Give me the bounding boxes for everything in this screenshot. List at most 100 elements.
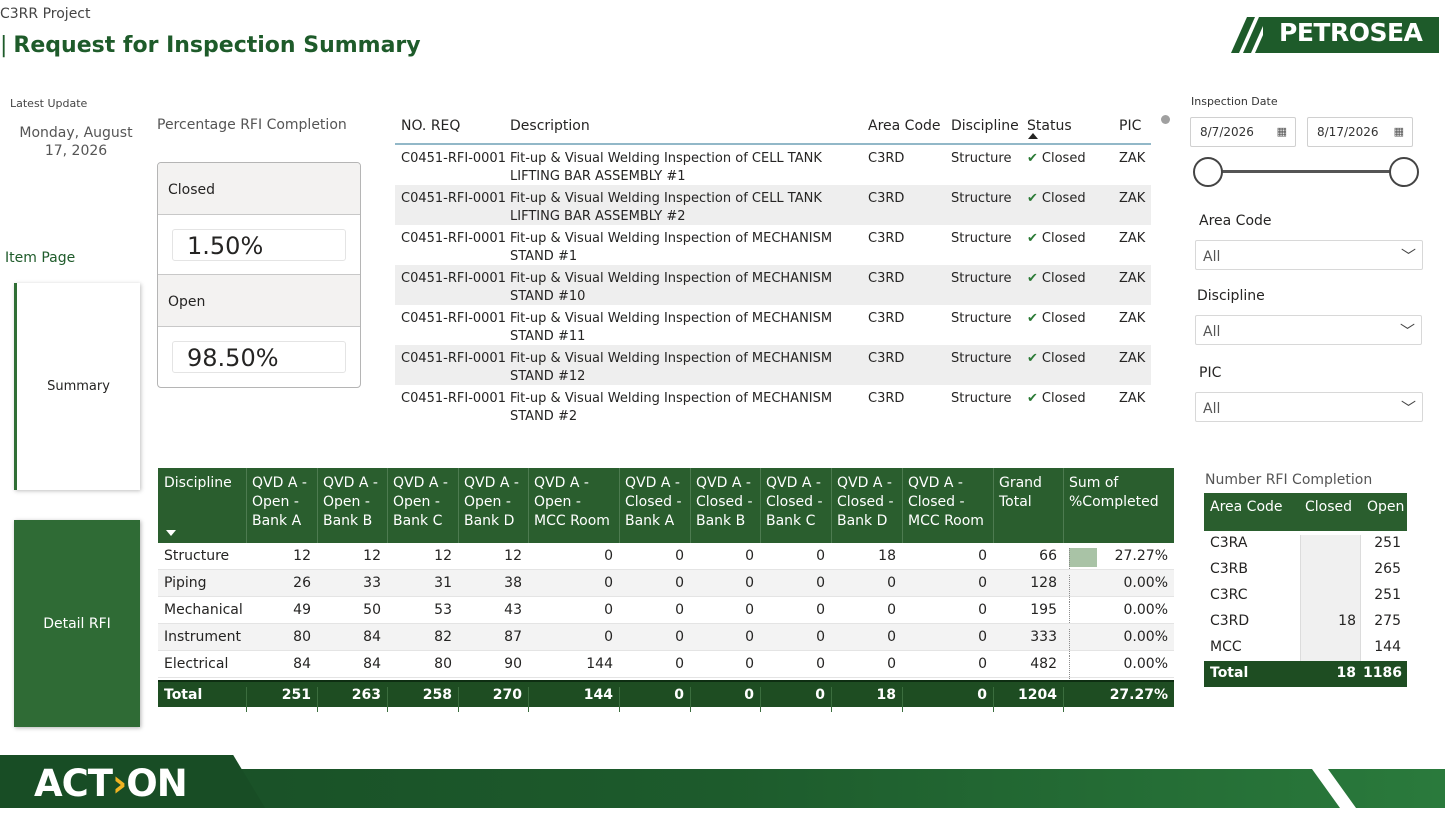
- matrix-col-header-line: MCC Room: [534, 513, 610, 529]
- matrix-col-header-line: MCC Room: [908, 513, 984, 529]
- status-text: Closed: [1041, 311, 1086, 326]
- matrix-cell: 0: [604, 602, 613, 618]
- table-row[interactable]: C3RB 265: [1204, 557, 1407, 587]
- matrix-col-divider: [619, 468, 620, 543]
- matrix-cell: 0: [978, 629, 987, 645]
- matrix-row[interactable]: Instrument 80 84 82 87 0 0 0 0 0 0 333 0.00%: [158, 624, 1174, 656]
- table-row[interactable]: C3RD 18 275: [1204, 609, 1407, 639]
- cell-pic: ZAK: [1119, 151, 1146, 166]
- cell-description: Fit-up & Visual Welding Inspection of ME…: [510, 311, 833, 344]
- matrix-col-header[interactable]: QVD A - Closed - MCC Room: [908, 474, 984, 531]
- date-slider-end-handle[interactable]: [1389, 157, 1419, 187]
- matrix-col-divider: [1063, 468, 1064, 543]
- col-header-pic[interactable]: PIC: [1119, 118, 1141, 134]
- cell-discipline: Structure: [951, 311, 1012, 326]
- matrix-col-header[interactable]: Sum of %Completed: [1069, 474, 1159, 512]
- table-row[interactable]: C3RA 251: [1204, 531, 1407, 561]
- table-row[interactable]: C0451-RFI-0001 Fit-up & Visual Welding In…: [395, 305, 1151, 345]
- closed-label: Closed: [158, 163, 360, 215]
- col-header-area-code[interactable]: Area Code: [1210, 499, 1283, 515]
- cell-closed: 18: [1338, 613, 1356, 629]
- matrix-cell: 84: [293, 656, 311, 672]
- area-code-dropdown[interactable]: All ﹀: [1195, 240, 1423, 270]
- col-header-open[interactable]: Open: [1367, 499, 1404, 515]
- calendar-icon[interactable]: ▦: [1394, 125, 1404, 138]
- pic-dropdown[interactable]: All ﹀: [1195, 392, 1423, 422]
- matrix-cell: 87: [504, 629, 522, 645]
- cell-description: Fit-up & Visual Welding Inspection of CE…: [510, 191, 822, 224]
- detail-rfi-nav-button[interactable]: Detail RFI: [14, 520, 140, 727]
- table-row[interactable]: C0451-RFI-0001 Fit-up & Visual Welding In…: [395, 265, 1151, 305]
- matrix-col-divider: [831, 468, 832, 543]
- matrix-col-header[interactable]: QVD A - Open - Bank D: [464, 474, 519, 531]
- matrix-col-header[interactable]: Grand Total: [999, 474, 1042, 512]
- table-row[interactable]: MCC 144: [1204, 635, 1407, 665]
- table-scrollbar-thumb[interactable]: [1161, 115, 1170, 124]
- matrix-cell: 0: [887, 602, 896, 618]
- title-bar: |: [0, 33, 8, 58]
- matrix-row[interactable]: Piping 26 33 31 38 0 0 0 0 0 0 128 0.00%: [158, 570, 1174, 602]
- matrix-col-header-line: QVD A -: [625, 475, 680, 491]
- matrix-row-discipline: Structure: [164, 548, 230, 564]
- table-row[interactable]: C0451-RFI-0001 Fit-up & Visual Welding In…: [395, 385, 1151, 425]
- matrix-row[interactable]: Mechanical 49 50 53 43 0 0 0 0 0 0 195 0.00%: [158, 597, 1174, 629]
- matrix-cell: 195: [1030, 602, 1057, 618]
- matrix-cell: 0: [978, 602, 987, 618]
- matrix-cell: 0: [745, 656, 754, 672]
- col-header-discipline[interactable]: Discipline: [951, 118, 1019, 134]
- rfi-table: NO. REQ Description Area Code Discipline…: [395, 110, 1151, 430]
- matrix-col-header[interactable]: QVD A - Closed - Bank C: [766, 474, 823, 531]
- table-row[interactable]: C0451-RFI-0001 Fit-up & Visual Welding In…: [395, 345, 1151, 385]
- matrix-total-divider: [387, 687, 388, 712]
- table-row[interactable]: C0451-RFI-0001 Fit-up & Visual Welding In…: [395, 185, 1151, 225]
- closed-value-cell: 1.50%: [158, 215, 360, 275]
- table-row[interactable]: C3RC 251: [1204, 583, 1407, 613]
- cell-status: ✔ Closed: [1027, 390, 1086, 408]
- matrix-col-header[interactable]: Discipline: [164, 474, 232, 493]
- table-row[interactable]: C0451-RFI-0001 Fit-up & Visual Welding In…: [395, 225, 1151, 265]
- discipline-dropdown[interactable]: All ﹀: [1195, 315, 1422, 345]
- col-header-status[interactable]: Status: [1027, 118, 1072, 134]
- date-range-slider-track[interactable]: [1208, 170, 1404, 173]
- closed-percentage: 1.50%: [172, 229, 346, 261]
- rfi-table-header: NO. REQ Description Area Code Discipline…: [395, 110, 1151, 145]
- date-to-input[interactable]: 8/17/2026 ▦: [1307, 117, 1413, 147]
- matrix-col-header-line: Bank A: [625, 513, 675, 529]
- matrix-col-header[interactable]: QVD A - Open - Bank B: [323, 474, 378, 531]
- date-from-input[interactable]: 8/7/2026 ▦: [1190, 117, 1296, 147]
- col-header-no-req[interactable]: NO. REQ: [401, 118, 460, 134]
- checkmark-icon: ✔: [1027, 231, 1038, 246]
- matrix-col-header[interactable]: QVD A - Closed - Bank B: [696, 474, 753, 531]
- table-row[interactable]: C0451-RFI-0001 Fit-up & Visual Welding In…: [395, 145, 1151, 185]
- matrix-cell: 33: [363, 575, 381, 591]
- matrix-col-header[interactable]: QVD A - Open - Bank C: [393, 474, 448, 531]
- matrix-row-discipline: Piping: [164, 575, 207, 591]
- date-slider-start-handle[interactable]: [1193, 157, 1223, 187]
- col-header-area-code[interactable]: Area Code: [868, 118, 941, 134]
- matrix-col-header[interactable]: QVD A - Open - Bank A: [252, 474, 307, 531]
- matrix-cell: 66: [1039, 548, 1057, 564]
- number-completion-table: Area Code Closed Open C3RA 251 C3RB 265 C3RC…: [1204, 493, 1407, 687]
- sort-descending-icon[interactable]: [166, 530, 176, 536]
- cell-no-req: C0451-RFI-0001: [401, 191, 506, 206]
- sort-ascending-icon[interactable]: [1028, 133, 1038, 139]
- col-header-description[interactable]: Description: [510, 118, 865, 134]
- col-header-closed[interactable]: Closed: [1305, 499, 1352, 515]
- cell-area-code: C3RD: [868, 391, 905, 406]
- latest-update-label: Latest Update: [10, 97, 88, 110]
- matrix-col-header[interactable]: QVD A - Closed - Bank A: [625, 474, 682, 531]
- matrix-total-divider: [760, 687, 761, 712]
- calendar-icon[interactable]: ▦: [1277, 125, 1287, 138]
- matrix-row[interactable]: Structure 12 12 12 12 0 0 0 0 18 0 66 27.27%: [158, 543, 1174, 575]
- summary-nav-button[interactable]: Summary: [14, 283, 140, 490]
- matrix-col-header[interactable]: QVD A - Open - MCC Room: [534, 474, 610, 531]
- matrix-total-cell: 1204: [1018, 687, 1057, 703]
- cell-discipline: Structure: [951, 271, 1012, 286]
- matrix-col-header[interactable]: QVD A - Closed - Bank D: [837, 474, 894, 531]
- open-label: Open: [158, 275, 360, 327]
- matrix-col-header-line: QVD A -: [534, 475, 589, 491]
- matrix-cell: 80: [293, 629, 311, 645]
- matrix-col-header-line: Open -: [464, 494, 511, 510]
- matrix-row[interactable]: Electrical 84 84 80 90 144 0 0 0 0 0 482 0.00%: [158, 651, 1174, 683]
- cell-area-code: C3RD: [868, 271, 905, 286]
